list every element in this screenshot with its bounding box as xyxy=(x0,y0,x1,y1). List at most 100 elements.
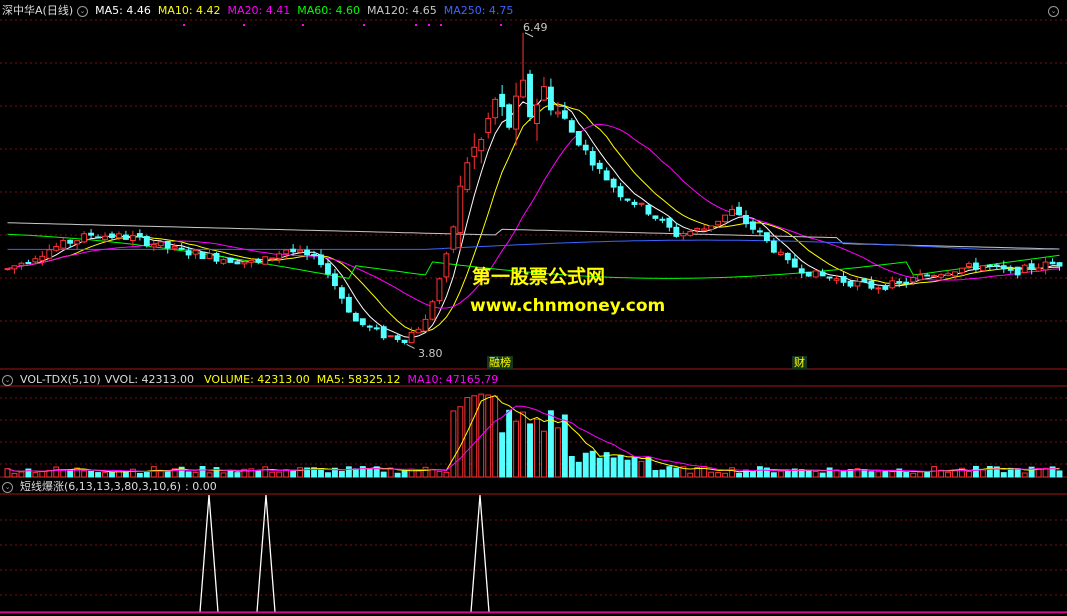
price-candle xyxy=(979,265,986,272)
price-candle xyxy=(959,267,965,274)
volume-bar xyxy=(541,430,547,478)
price-candle xyxy=(589,151,596,166)
volume-bar xyxy=(652,470,659,478)
price-candle xyxy=(171,245,178,249)
price-candle xyxy=(164,240,171,249)
price-candle xyxy=(25,261,32,264)
price-candle xyxy=(11,265,18,270)
price-candle xyxy=(554,111,561,115)
volume-bar xyxy=(262,466,269,478)
marker-dot xyxy=(363,24,365,26)
volume-bar xyxy=(213,467,220,478)
price-candle xyxy=(387,335,394,338)
volume-bars[interactable] xyxy=(4,393,1063,478)
volume-bar xyxy=(666,466,673,478)
price-candle xyxy=(1056,262,1063,267)
price-candle xyxy=(359,318,366,326)
indicator-spike xyxy=(470,494,490,613)
volume-bar xyxy=(380,471,387,478)
price-candle xyxy=(534,104,540,125)
price-candle xyxy=(464,162,471,191)
price-candle xyxy=(443,253,450,278)
price-candle xyxy=(694,227,701,231)
price-candle xyxy=(415,328,422,334)
price-candle xyxy=(143,236,150,247)
price-candle xyxy=(673,226,680,237)
price-candle xyxy=(178,247,185,250)
volume-bar xyxy=(150,466,157,478)
price-candle xyxy=(756,230,763,233)
volume-bar xyxy=(199,466,206,478)
volume-bar xyxy=(352,468,359,478)
price-candle xyxy=(624,198,631,201)
price-candle xyxy=(924,274,931,277)
price-candle xyxy=(889,280,896,289)
price-candle xyxy=(520,79,526,98)
chevron-down-icon[interactable]: ⌄ xyxy=(2,481,13,493)
volume-bar xyxy=(708,471,715,478)
price-candle xyxy=(102,235,108,240)
volume-indicator-name[interactable]: VOL-TDX(5,10) xyxy=(20,373,101,386)
price-candle xyxy=(39,255,46,261)
ma20-value: MA20: 4.41 xyxy=(227,4,291,17)
price-candle xyxy=(492,98,499,119)
volume-bar xyxy=(18,471,25,478)
price-candle xyxy=(931,274,938,277)
price-candle xyxy=(777,251,784,256)
chevron-down-icon[interactable]: ⌄ xyxy=(77,5,89,17)
volume-bar xyxy=(345,466,352,478)
price-candle xyxy=(652,215,659,219)
volume-bar xyxy=(840,471,847,478)
price-candle xyxy=(596,162,603,170)
volume-bar xyxy=(464,397,471,478)
price-candle xyxy=(701,228,708,231)
price-candle xyxy=(513,95,520,130)
volume-bar xyxy=(157,470,164,478)
volume-bar xyxy=(95,472,101,478)
price-candle xyxy=(568,120,575,133)
volume-bar xyxy=(966,470,972,478)
volume-bar xyxy=(234,472,241,478)
volume-bar xyxy=(394,472,401,478)
price-candle xyxy=(67,239,74,244)
price-candle xyxy=(95,236,101,239)
price-candle xyxy=(826,276,833,279)
volume-bar xyxy=(492,395,499,478)
price-candle xyxy=(527,73,533,118)
price-candle xyxy=(297,249,304,253)
low-price-label: 3.80 xyxy=(418,347,443,360)
indicator-name[interactable]: 短线爆涨(6,13,13,3,80,3,10,6) xyxy=(20,480,181,493)
price-candle xyxy=(875,287,882,290)
price-candle xyxy=(81,233,88,243)
volume-ma10-line xyxy=(7,405,1060,473)
price-candle xyxy=(290,248,297,253)
volume-bar xyxy=(638,460,645,478)
volume-bar xyxy=(875,471,882,478)
price-candle xyxy=(715,220,722,226)
price-candle xyxy=(199,251,206,260)
price-candle xyxy=(1042,261,1049,271)
volume-bar xyxy=(868,471,875,478)
price-candle xyxy=(847,280,854,287)
price-candle xyxy=(645,204,652,215)
volume-bar xyxy=(631,457,638,478)
volume-bar xyxy=(1000,472,1007,478)
volume-bar xyxy=(143,471,150,478)
price-candle xyxy=(1021,264,1028,274)
price-candle xyxy=(380,326,387,339)
price-candle xyxy=(457,185,464,234)
price-candle xyxy=(722,214,729,223)
stock-title[interactable]: 深中华A(日线) xyxy=(2,4,73,17)
ma60-value: MA60: 4.60 xyxy=(297,4,360,17)
event-badge[interactable]: 融榜 xyxy=(487,356,513,369)
price-candle xyxy=(485,118,492,133)
volume-bar xyxy=(561,414,568,478)
volume-bar xyxy=(520,411,526,478)
event-badge[interactable]: 财 xyxy=(792,356,807,369)
chevron-down-icon[interactable]: ⌄ xyxy=(1048,6,1059,17)
price-candle xyxy=(812,270,819,278)
indicator-spike xyxy=(256,494,276,613)
chevron-down-icon[interactable]: ⌄ xyxy=(2,374,13,386)
price-candle xyxy=(88,232,95,236)
price-candle xyxy=(541,86,547,101)
